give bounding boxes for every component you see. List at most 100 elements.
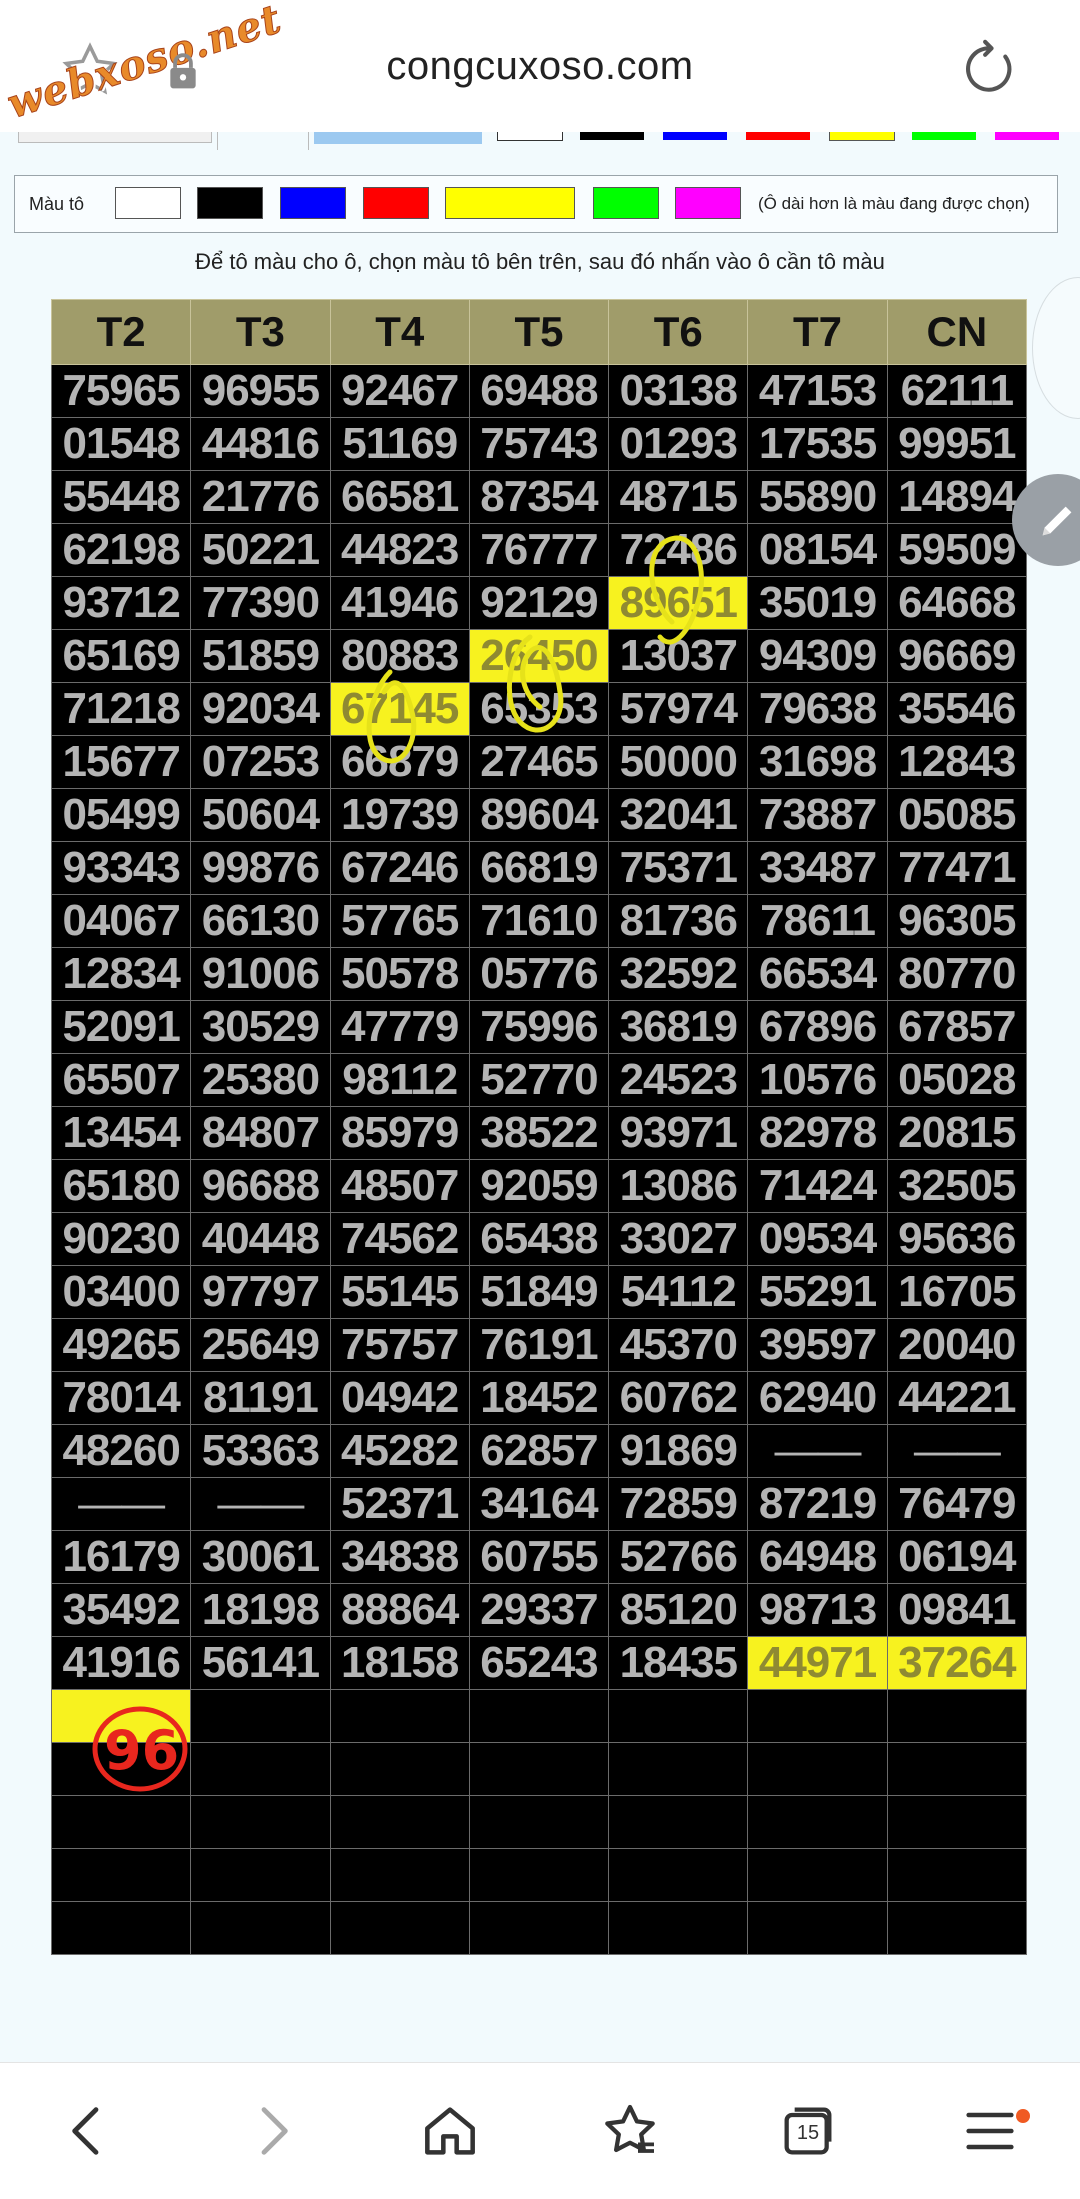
number-cell[interactable]: 35019: [747, 576, 888, 630]
number-cell[interactable]: 62198: [50, 523, 192, 577]
number-cell[interactable]: 51849: [468, 1265, 610, 1319]
number-cell[interactable]: 62857: [468, 1424, 610, 1478]
number-cell[interactable]: 48507: [329, 1159, 470, 1213]
number-cell[interactable]: 79638: [747, 682, 888, 736]
number-cell[interactable]: 35492: [50, 1583, 192, 1637]
number-cell[interactable]: 71610: [468, 894, 610, 948]
number-cell[interactable]: 30529: [190, 1000, 331, 1054]
number-cell[interactable]: 18158: [329, 1636, 470, 1690]
number-cell[interactable]: 57974: [608, 682, 749, 736]
number-cell[interactable]: 82978: [747, 1106, 888, 1160]
number-cell[interactable]: 05085: [886, 788, 1028, 842]
number-cell[interactable]: 55145: [329, 1265, 470, 1319]
swatch-yellow-selected[interactable]: [445, 187, 575, 219]
swatch-blue[interactable]: [280, 187, 346, 219]
number-cell[interactable]: 37264: [886, 1636, 1028, 1690]
number-cell[interactable]: 33487: [747, 841, 888, 895]
number-cell[interactable]: 67145: [329, 682, 470, 736]
number-cell[interactable]: 26450: [468, 629, 610, 683]
number-cell[interactable]: ——: [190, 1477, 331, 1531]
number-cell[interactable]: 78014: [50, 1371, 192, 1425]
number-cell[interactable]: 44823: [329, 523, 470, 577]
number-cell[interactable]: 20040: [886, 1318, 1028, 1372]
strip-swatch-green[interactable]: [912, 132, 976, 140]
number-cell[interactable]: ——: [50, 1477, 192, 1531]
number-cell[interactable]: 12834: [50, 947, 192, 1001]
number-cell[interactable]: 66534: [747, 947, 888, 1001]
lock-icon[interactable]: [166, 52, 200, 90]
number-cell[interactable]: 91869: [608, 1424, 749, 1478]
number-cell[interactable]: 05776: [468, 947, 610, 1001]
number-cell[interactable]: 16179: [50, 1530, 192, 1584]
number-cell[interactable]: 65353: [468, 682, 610, 736]
number-cell[interactable]: 66581: [329, 470, 470, 524]
number-cell[interactable]: 65243: [468, 1636, 610, 1690]
swatch-black[interactable]: [197, 187, 263, 219]
number-cell[interactable]: 96688: [190, 1159, 331, 1213]
number-cell[interactable]: 13037: [608, 629, 749, 683]
number-cell[interactable]: 52371: [329, 1477, 470, 1531]
number-cell[interactable]: 21776: [190, 470, 331, 524]
number-cell[interactable]: 48260: [50, 1424, 192, 1478]
number-cell[interactable]: 85120: [608, 1583, 749, 1637]
number-cell[interactable]: 10576: [747, 1053, 888, 1107]
number-cell[interactable]: 78611: [747, 894, 888, 948]
number-cell[interactable]: 25649: [190, 1318, 331, 1372]
number-cell[interactable]: 45282: [329, 1424, 470, 1478]
number-cell[interactable]: 92129: [468, 576, 610, 630]
number-cell[interactable]: 20815: [886, 1106, 1028, 1160]
number-cell[interactable]: [329, 1689, 470, 1743]
number-cell[interactable]: 45370: [608, 1318, 749, 1372]
number-cell[interactable]: [50, 1689, 192, 1743]
number-cell[interactable]: [190, 1795, 331, 1849]
number-cell[interactable]: 94309: [747, 629, 888, 683]
number-cell[interactable]: 44816: [190, 417, 331, 471]
number-cell[interactable]: 75371: [608, 841, 749, 895]
number-cell[interactable]: 18435: [608, 1636, 749, 1690]
swatch-magenta[interactable]: [675, 187, 741, 219]
number-cell[interactable]: 50221: [190, 523, 331, 577]
number-cell[interactable]: 65180: [50, 1159, 192, 1213]
number-cell[interactable]: 71424: [747, 1159, 888, 1213]
number-cell[interactable]: [886, 1901, 1028, 1955]
number-cell[interactable]: [608, 1689, 749, 1743]
number-cell[interactable]: [886, 1689, 1028, 1743]
home-icon[interactable]: [418, 2099, 482, 2163]
number-cell[interactable]: [190, 1848, 331, 1902]
number-cell[interactable]: 04067: [50, 894, 192, 948]
number-cell[interactable]: 81736: [608, 894, 749, 948]
number-cell[interactable]: 39597: [747, 1318, 888, 1372]
swatch-red[interactable]: [363, 187, 429, 219]
number-cell[interactable]: 36819: [608, 1000, 749, 1054]
number-cell[interactable]: 60755: [468, 1530, 610, 1584]
number-cell[interactable]: 75965: [50, 364, 192, 418]
number-cell[interactable]: 67896: [747, 1000, 888, 1054]
number-cell[interactable]: [608, 1848, 749, 1902]
number-cell[interactable]: [747, 1689, 888, 1743]
back-arrow-icon[interactable]: [56, 2099, 120, 2163]
reload-icon[interactable]: [958, 38, 1020, 100]
number-cell[interactable]: 40448: [190, 1212, 331, 1266]
number-cell[interactable]: 77471: [886, 841, 1028, 895]
number-cell[interactable]: 67246: [329, 841, 470, 895]
bookmarks-star-icon[interactable]: [598, 2099, 662, 2163]
number-cell[interactable]: 99876: [190, 841, 331, 895]
number-cell[interactable]: 09534: [747, 1212, 888, 1266]
number-cell[interactable]: 65507: [50, 1053, 192, 1107]
number-cell[interactable]: 99951: [886, 417, 1028, 471]
number-cell[interactable]: 57765: [329, 894, 470, 948]
number-cell[interactable]: 98112: [329, 1053, 470, 1107]
number-cell[interactable]: 51859: [190, 629, 331, 683]
number-cell[interactable]: 35546: [886, 682, 1028, 736]
number-cell[interactable]: 85979: [329, 1106, 470, 1160]
number-cell[interactable]: 62111: [886, 364, 1028, 418]
number-cell[interactable]: 24523: [608, 1053, 749, 1107]
number-cell[interactable]: 80883: [329, 629, 470, 683]
number-cell[interactable]: 88864: [329, 1583, 470, 1637]
number-cell[interactable]: 52770: [468, 1053, 610, 1107]
number-cell[interactable]: [886, 1795, 1028, 1849]
number-cell[interactable]: 50000: [608, 735, 749, 789]
number-cell[interactable]: 62940: [747, 1371, 888, 1425]
number-cell[interactable]: 52091: [50, 1000, 192, 1054]
number-cell[interactable]: 67857: [886, 1000, 1028, 1054]
